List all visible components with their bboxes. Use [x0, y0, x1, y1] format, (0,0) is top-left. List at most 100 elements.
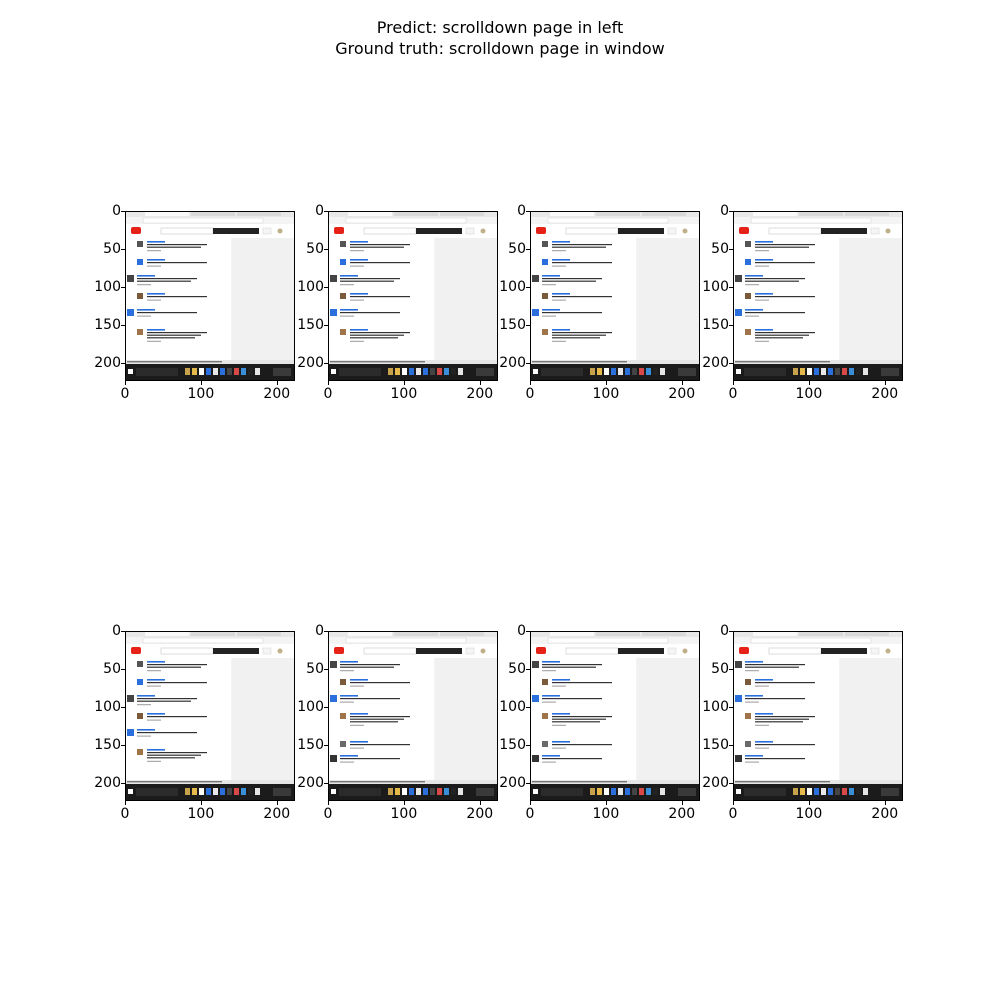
comment-author[interactable]	[552, 679, 570, 681]
youtube-logo-icon[interactable]	[131, 227, 141, 234]
url-field[interactable]	[547, 217, 669, 224]
comment-avatar[interactable]	[127, 695, 134, 702]
taskbar-app-icon[interactable]	[185, 788, 190, 795]
reply-link[interactable]	[542, 701, 556, 703]
reply-link[interactable]	[350, 747, 364, 749]
reply-link[interactable]	[350, 685, 364, 687]
taskbar-app-icon[interactable]	[611, 368, 616, 375]
comment-author[interactable]	[137, 729, 155, 731]
start-icon[interactable]	[128, 789, 133, 794]
search-suggestion-bar[interactable]	[821, 228, 867, 234]
reply-link[interactable]	[147, 685, 161, 687]
comment-avatar[interactable]	[745, 241, 751, 247]
taskbar-app-icon[interactable]	[213, 368, 218, 375]
browser-tab[interactable]	[845, 212, 889, 216]
reply-link[interactable]	[340, 761, 354, 763]
avatar[interactable]	[885, 228, 891, 234]
reply-link[interactable]	[745, 284, 759, 286]
taskbar-app-icon[interactable]	[604, 788, 609, 795]
reply-link[interactable]	[552, 747, 566, 749]
taskbar-app-icon[interactable]	[604, 368, 609, 375]
comment-author[interactable]	[552, 741, 570, 743]
taskbar-app-icon[interactable]	[793, 788, 798, 795]
browser-tab[interactable]	[440, 212, 484, 216]
reply-link[interactable]	[137, 735, 151, 737]
comment-author[interactable]	[340, 275, 358, 277]
comment-avatar[interactable]	[330, 755, 337, 762]
comment-author[interactable]	[755, 713, 773, 715]
search-suggestion-bar[interactable]	[213, 228, 259, 234]
reply-link[interactable]	[755, 265, 769, 267]
url-field[interactable]	[142, 637, 264, 644]
taskbar-app-icon[interactable]	[590, 788, 595, 795]
taskbar-app-icon[interactable]	[248, 788, 253, 795]
comment-author[interactable]	[350, 713, 368, 715]
comment-author[interactable]	[542, 695, 560, 697]
comment-author[interactable]	[542, 661, 560, 663]
taskbar-app-icon[interactable]	[220, 788, 225, 795]
start-icon[interactable]	[128, 369, 133, 374]
taskbar-app-icon[interactable]	[241, 788, 246, 795]
browser-tab[interactable]	[753, 212, 797, 216]
comment-avatar[interactable]	[542, 259, 548, 265]
taskbar-app-icon[interactable]	[618, 788, 623, 795]
comment-avatar[interactable]	[340, 679, 346, 685]
reply-link[interactable]	[552, 340, 566, 342]
comment-avatar[interactable]	[532, 309, 539, 316]
taskbar-search[interactable]	[541, 788, 583, 796]
taskbar-app-icon[interactable]	[409, 368, 414, 375]
browser-tab[interactable]	[394, 632, 438, 636]
reply-link[interactable]	[147, 299, 161, 301]
taskbar-app-icon[interactable]	[206, 368, 211, 375]
reply-link[interactable]	[147, 760, 161, 762]
taskbar-app-icon[interactable]	[199, 368, 204, 375]
browser-tab[interactable]	[394, 212, 438, 216]
upload-button[interactable]	[262, 647, 272, 655]
upload-button[interactable]	[667, 647, 677, 655]
comment-avatar[interactable]	[137, 241, 143, 247]
taskbar-search[interactable]	[339, 368, 381, 376]
browser-tab[interactable]	[348, 632, 392, 636]
comment-author[interactable]	[755, 329, 773, 331]
taskbar-app-icon[interactable]	[227, 788, 232, 795]
taskbar-app-icon[interactable]	[451, 788, 456, 795]
search-input[interactable]	[565, 647, 619, 655]
youtube-logo-icon[interactable]	[131, 647, 141, 654]
comment-author[interactable]	[755, 259, 773, 261]
browser-tab[interactable]	[191, 632, 235, 636]
reply-link[interactable]	[542, 761, 556, 763]
reply-link[interactable]	[147, 250, 161, 252]
url-field[interactable]	[142, 217, 264, 224]
reply-link[interactable]	[552, 250, 566, 252]
taskbar-app-icon[interactable]	[660, 788, 665, 795]
avatar[interactable]	[885, 648, 891, 654]
upload-button[interactable]	[465, 227, 475, 235]
comment-author[interactable]	[340, 695, 358, 697]
reply-link[interactable]	[350, 340, 364, 342]
comment-avatar[interactable]	[745, 293, 751, 299]
youtube-logo-icon[interactable]	[334, 647, 344, 654]
comment-author[interactable]	[340, 755, 358, 757]
upload-button[interactable]	[870, 227, 880, 235]
comment-avatar[interactable]	[735, 275, 742, 282]
comment-avatar[interactable]	[340, 241, 346, 247]
comment-author[interactable]	[745, 695, 763, 697]
taskbar-app-icon[interactable]	[192, 788, 197, 795]
comment-avatar[interactable]	[745, 713, 751, 719]
comment-author[interactable]	[552, 329, 570, 331]
avatar[interactable]	[682, 648, 688, 654]
search-input[interactable]	[363, 647, 417, 655]
comment-author[interactable]	[350, 741, 368, 743]
browser-tab[interactable]	[753, 632, 797, 636]
reply-link[interactable]	[340, 284, 354, 286]
comment-avatar[interactable]	[745, 679, 751, 685]
start-icon[interactable]	[533, 789, 538, 794]
comment-author[interactable]	[350, 329, 368, 331]
taskbar-search[interactable]	[744, 788, 786, 796]
comment-author[interactable]	[542, 755, 560, 757]
taskbar-app-icon[interactable]	[437, 368, 442, 375]
taskbar-app-icon[interactable]	[409, 788, 414, 795]
reply-link[interactable]	[137, 284, 151, 286]
comment-avatar[interactable]	[137, 259, 143, 265]
taskbar-app-icon[interactable]	[234, 368, 239, 375]
